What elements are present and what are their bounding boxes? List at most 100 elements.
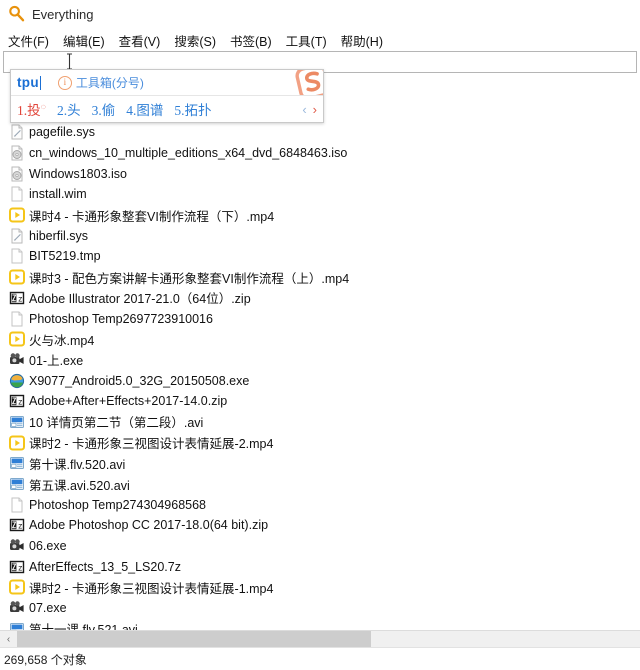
result-row[interactable]: 课时4 - 卡通形象整套VI制作流程（下）.mp4 bbox=[0, 205, 640, 226]
scroll-track[interactable] bbox=[17, 631, 640, 648]
horizontal-scrollbar[interactable]: ‹ bbox=[0, 630, 640, 648]
result-row[interactable]: 第十课.flv.520.avi bbox=[0, 453, 640, 474]
status-bar: 269,658 个对象 bbox=[0, 647, 640, 670]
video-file-icon bbox=[9, 269, 25, 285]
result-file-name: X9077_Android5.0_32G_20150508.exe bbox=[29, 373, 250, 388]
blank-file-icon bbox=[9, 311, 25, 327]
result-file-name: 课时3 - 配色方案讲解卡通形象整套VI制作流程（上）.mp4 bbox=[29, 271, 350, 286]
result-row[interactable]: 10 详情页第二节（第二段）.avi bbox=[0, 412, 640, 433]
executable-camera-icon bbox=[9, 538, 25, 554]
scroll-thumb[interactable] bbox=[17, 631, 371, 648]
ime-composition-row: tpu i 工具箱(分号) bbox=[11, 70, 323, 96]
title-bar: Everything bbox=[0, 0, 640, 29]
ime-candidate-5[interactable]: 5.拓扑 bbox=[174, 99, 211, 119]
ime-candidate-row: 1.投◌ 2.头 3.偷 4.图谱 5.拓扑 ‹ › bbox=[11, 96, 323, 122]
archive-file-icon: z bbox=[9, 559, 25, 575]
menu-help[interactable]: 帮助(H) bbox=[341, 31, 383, 50]
archive-file-icon: z bbox=[9, 517, 25, 533]
result-row[interactable]: pagefile.sys bbox=[0, 122, 640, 143]
ime-next-page-icon[interactable]: › bbox=[313, 102, 317, 117]
ime-candidate-1-num: 1. bbox=[17, 103, 28, 118]
ime-candidate-1-text: 投 bbox=[27, 103, 41, 118]
blank-file-icon bbox=[9, 497, 25, 513]
result-file-name: 课时2 - 卡通形象三视图设计表情延展-1.mp4 bbox=[29, 581, 274, 596]
result-row[interactable]: z Adobe Illustrator 2017-21.0（64位）.zip bbox=[0, 288, 640, 309]
result-file-name: 课时4 - 卡通形象整套VI制作流程（下）.mp4 bbox=[29, 209, 275, 224]
result-row[interactable]: 01-上.exe bbox=[0, 350, 640, 371]
ime-candidate-4-num: 4. bbox=[126, 103, 137, 118]
result-row[interactable]: 07.exe bbox=[0, 598, 640, 619]
result-row[interactable]: 火与冰.mp4 bbox=[0, 329, 640, 350]
result-file-name: pagefile.sys bbox=[29, 125, 96, 140]
result-row[interactable]: Windows1803.iso bbox=[0, 163, 640, 184]
ime-candidate-popup[interactable]: tpu i 工具箱(分号) 1.投◌ 2.头 3.偷 4.图谱 5.拓扑 ‹ › bbox=[10, 69, 324, 123]
magnifier-icon bbox=[8, 5, 26, 23]
ime-candidate-1[interactable]: 1.投◌ bbox=[17, 99, 46, 119]
ime-caret bbox=[39, 75, 41, 90]
result-row[interactable]: 课时2 - 卡通形象三视图设计表情延展-2.mp4 bbox=[0, 432, 640, 453]
results-list[interactable]: pagefile.sys cn_windows_10_multiple_editi… bbox=[0, 122, 640, 630]
ime-hint-label: 工具箱(分号) bbox=[75, 76, 144, 90]
scroll-left-arrow-icon[interactable]: ‹ bbox=[0, 631, 17, 648]
disc-image-icon bbox=[9, 145, 25, 161]
ime-candidate-2[interactable]: 2.头 bbox=[57, 99, 81, 119]
result-row[interactable]: Photoshop Temp2697723910016 bbox=[0, 308, 640, 329]
result-file-name: Adobe+After+Effects+2017-14.0.zip bbox=[29, 394, 228, 409]
result-row[interactable]: X9077_Android5.0_32G_20150508.exe bbox=[0, 370, 640, 391]
svg-text:z: z bbox=[18, 522, 22, 531]
executable-camera-icon bbox=[9, 600, 25, 616]
result-file-name: 课时2 - 卡通形象三视图设计表情延展-2.mp4 bbox=[29, 437, 274, 452]
result-file-name: 第五课.avi.520.avi bbox=[29, 478, 130, 493]
blank-file-icon bbox=[9, 186, 25, 202]
menu-bar: 文件(F) 编辑(E) 查看(V) 搜索(S) 书签(B) 工具(T) 帮助(H… bbox=[0, 29, 640, 51]
ime-hint[interactable]: i 工具箱(分号) bbox=[57, 74, 144, 91]
avi-file-icon bbox=[9, 455, 25, 471]
executable-camera-icon bbox=[9, 352, 25, 368]
result-file-name: BIT5219.tmp bbox=[29, 249, 101, 264]
sogou-logo bbox=[291, 70, 323, 95]
result-file-name: 火与冰.mp4 bbox=[29, 333, 95, 348]
object-count-label: 269,658 个对象 bbox=[4, 652, 87, 667]
ime-candidate-1-mark: ◌ bbox=[40, 101, 46, 112]
result-file-name: hiberfil.sys bbox=[29, 228, 89, 243]
menu-bookmarks[interactable]: 书签(B) bbox=[230, 31, 272, 50]
ime-candidate-3[interactable]: 3.偷 bbox=[92, 99, 116, 119]
result-row[interactable]: z AfterEffects_13_5_LS20.7z bbox=[0, 556, 640, 577]
result-file-name: 第十课.flv.520.avi bbox=[29, 457, 126, 472]
result-row[interactable]: 第五课.avi.520.avi bbox=[0, 474, 640, 495]
result-file-name: Photoshop Temp274304968568 bbox=[29, 497, 207, 512]
ime-candidate-4[interactable]: 4.图谱 bbox=[126, 99, 163, 119]
result-row[interactable]: z Adobe Photoshop CC 2017-18.0(64 bit).zi… bbox=[0, 515, 640, 536]
avi-file-icon bbox=[9, 476, 25, 492]
ime-candidate-2-text: 头 bbox=[67, 103, 81, 118]
result-row[interactable]: 课时2 - 卡通形象三视图设计表情延展-1.mp4 bbox=[0, 577, 640, 598]
ime-candidate-2-num: 2. bbox=[56, 103, 68, 118]
ime-prev-page-icon[interactable]: ‹ bbox=[302, 102, 306, 117]
result-row[interactable]: 第十一课.flv.521.avi bbox=[0, 619, 640, 630]
result-row[interactable]: install.wim bbox=[0, 184, 640, 205]
disc-image-icon bbox=[9, 166, 25, 182]
result-file-name: 01-上.exe bbox=[29, 354, 84, 369]
menu-edit[interactable]: 编辑(E) bbox=[63, 31, 105, 50]
svg-text:z: z bbox=[18, 563, 22, 572]
result-row[interactable]: z Adobe+After+Effects+2017-14.0.zip bbox=[0, 391, 640, 412]
svg-text:z: z bbox=[18, 294, 22, 303]
avi-file-icon bbox=[9, 621, 25, 630]
result-file-name: Windows1803.iso bbox=[29, 166, 127, 181]
menu-view[interactable]: 查看(V) bbox=[119, 31, 161, 50]
info-icon: i bbox=[57, 75, 72, 90]
result-row[interactable]: BIT5219.tmp bbox=[0, 246, 640, 267]
system-file-icon bbox=[9, 228, 25, 244]
menu-search[interactable]: 搜索(S) bbox=[174, 31, 216, 50]
video-file-icon bbox=[9, 207, 25, 223]
result-row[interactable]: 课时3 - 配色方案讲解卡通形象整套VI制作流程（上）.mp4 bbox=[0, 267, 640, 288]
result-file-name: Photoshop Temp2697723910016 bbox=[29, 311, 213, 326]
menu-tools[interactable]: 工具(T) bbox=[286, 31, 327, 50]
result-row[interactable]: Photoshop Temp274304968568 bbox=[0, 494, 640, 515]
result-row[interactable]: cn_windows_10_multiple_editions_x64_dvd_… bbox=[0, 143, 640, 164]
menu-file[interactable]: 文件(F) bbox=[8, 31, 49, 50]
result-row[interactable]: hiberfil.sys bbox=[0, 225, 640, 246]
svg-text:z: z bbox=[18, 398, 22, 407]
result-row[interactable]: 06.exe bbox=[0, 536, 640, 557]
result-file-name: 第十一课.flv.521.avi bbox=[29, 619, 138, 630]
